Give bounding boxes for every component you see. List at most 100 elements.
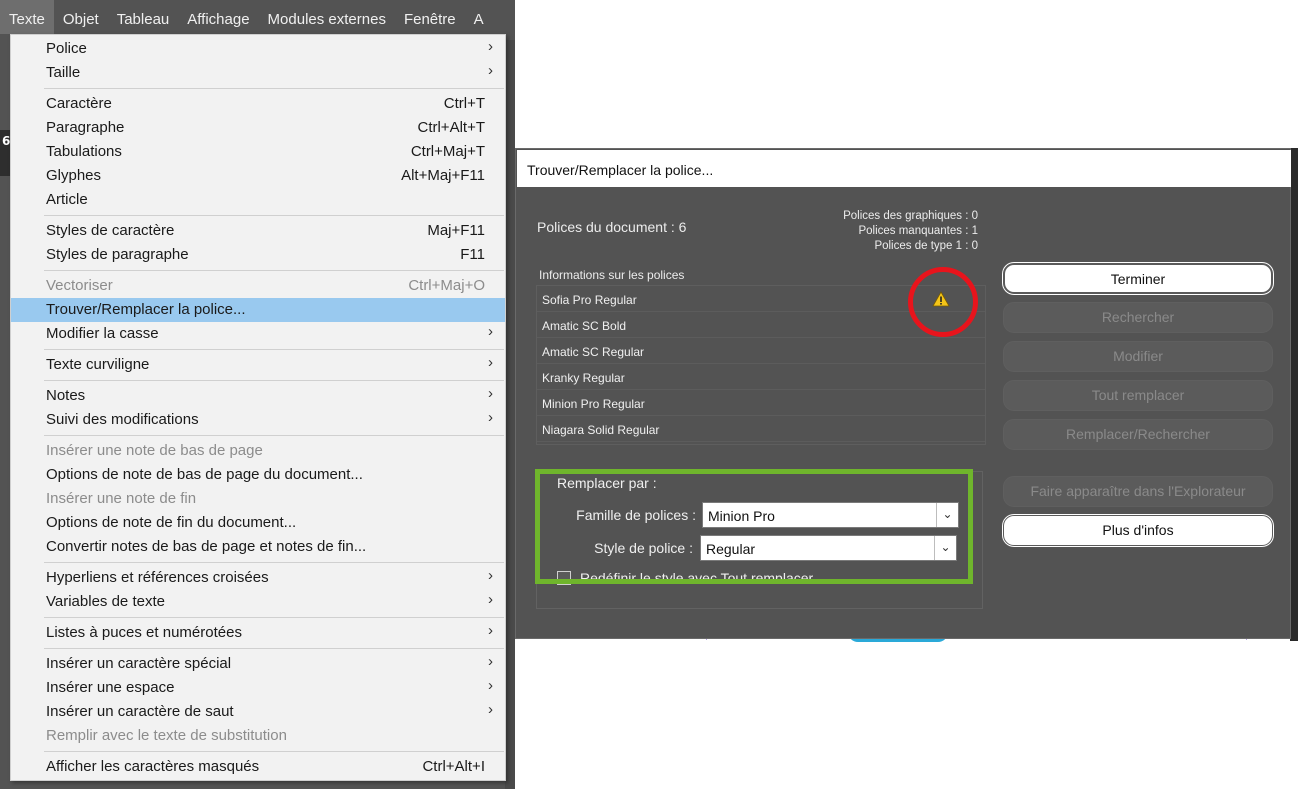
menu-item-caractere-saut[interactable]: Insérer un caractère de saut › xyxy=(11,700,505,724)
menu-item-trouver-remplacer-police[interactable]: Trouver/Remplacer la police... xyxy=(11,298,505,322)
font-name: Sofia Pro Regular xyxy=(542,293,637,307)
menu-item-label: Trouver/Remplacer la police... xyxy=(46,301,246,318)
annotation-circle xyxy=(908,267,978,337)
menu-item-variables-texte[interactable]: Variables de texte › xyxy=(11,590,505,614)
reveal-in-explorer-button[interactable]: Faire apparaître dans l'Explorateur xyxy=(1003,476,1273,507)
font-info-label: Informations sur les polices xyxy=(539,268,685,282)
chevron-right-icon: › xyxy=(488,323,493,340)
menu-item-shortcut: Alt+Maj+F11 xyxy=(401,167,485,184)
menu-separator xyxy=(44,435,504,436)
menu-item-caractere[interactable]: Caractère Ctrl+T xyxy=(11,92,505,116)
canvas-edge-right xyxy=(505,40,515,789)
menu-item-styles-paragraphe[interactable]: Styles de paragraphe F11 xyxy=(11,243,505,267)
font-name: Amatic SC Bold xyxy=(542,319,627,333)
font-name: Minion Pro Regular xyxy=(542,397,645,411)
stat-missing-fonts: Polices manquantes : 1 xyxy=(858,225,978,237)
font-list-item[interactable]: Kranky Regular xyxy=(537,364,985,390)
menu-item-label: Options de note de bas de page du docume… xyxy=(46,466,363,483)
menu-item-suivi-modifications[interactable]: Suivi des modifications › xyxy=(11,408,505,432)
tout-remplacer-button[interactable]: Tout remplacer xyxy=(1003,380,1273,411)
menubar-modules-externes[interactable]: Modules externes xyxy=(259,0,395,34)
annotation-box xyxy=(535,469,973,584)
menu-item-texte-curviligne[interactable]: Texte curviligne › xyxy=(11,353,505,377)
menubar-affichage[interactable]: Affichage xyxy=(178,0,258,34)
menu-item-styles-caractere[interactable]: Styles de caractère Maj+F11 xyxy=(11,219,505,243)
menu-item-hyperliens[interactable]: Hyperliens et références croisées › xyxy=(11,566,505,590)
menu-item-police[interactable]: Police › xyxy=(11,37,505,61)
font-list-item[interactable]: Niagara Solid Regular xyxy=(537,416,985,442)
rechercher-button[interactable]: Rechercher xyxy=(1003,302,1273,333)
menu-item-label: Article xyxy=(46,191,88,208)
menu-item-shortcut: Ctrl+Maj+O xyxy=(408,277,485,294)
chevron-right-icon: › xyxy=(488,653,493,670)
chevron-right-icon: › xyxy=(488,354,493,371)
chevron-right-icon: › xyxy=(488,38,493,55)
menu-separator xyxy=(44,270,504,271)
menu-item-label: Texte curviligne xyxy=(46,356,150,373)
menu-separator xyxy=(44,648,504,649)
menu-item-label: Listes à puces et numérotées xyxy=(46,624,242,641)
font-list-item[interactable]: Amatic SC Regular xyxy=(537,338,985,364)
menu-item-caractere-special[interactable]: Insérer un caractère spécial › xyxy=(11,652,505,676)
terminer-button[interactable]: Terminer xyxy=(1003,263,1273,294)
menu-item-label: Suivi des modifications xyxy=(46,411,199,428)
menu-item-afficher-masques[interactable]: Afficher les caractères masqués Ctrl+Alt+… xyxy=(11,755,505,779)
menubar-fenetre[interactable]: Fenêtre xyxy=(395,0,465,34)
stat-graphics-fonts: Polices des graphiques : 0 xyxy=(843,210,978,222)
dialog-shadow xyxy=(1290,148,1298,641)
plus-infos-button[interactable]: Plus d'infos xyxy=(1003,515,1273,546)
menubar-aide[interactable]: A xyxy=(465,0,493,34)
menu-item-label: Tabulations xyxy=(46,143,122,160)
menu-item-listes[interactable]: Listes à puces et numérotées › xyxy=(11,621,505,645)
menu-item-label: Insérer une note de bas de page xyxy=(46,442,263,459)
menu-item-label: Variables de texte xyxy=(46,593,165,610)
menu-item-label: Notes xyxy=(46,387,86,404)
menu-item-notes[interactable]: Notes › xyxy=(11,384,505,408)
stat-type1-fonts: Polices de type 1 : 0 xyxy=(874,240,978,252)
menu-item-label: Modifier la casse xyxy=(46,325,159,342)
menu-item-label: Hyperliens et références croisées xyxy=(46,569,269,586)
menu-item-taille[interactable]: Taille › xyxy=(11,61,505,85)
menu-item-glyphes[interactable]: Glyphes Alt+Maj+F11 xyxy=(11,164,505,188)
chevron-right-icon: › xyxy=(488,677,493,694)
chevron-right-icon: › xyxy=(488,409,493,426)
document-fonts-count: Polices du document : 6 xyxy=(537,219,687,235)
menu-separator xyxy=(44,562,504,563)
menu-separator xyxy=(44,617,504,618)
menu-item-label: Insérer un caractère de saut xyxy=(46,703,234,720)
modifier-button[interactable]: Modifier xyxy=(1003,341,1273,372)
chevron-right-icon: › xyxy=(488,622,493,639)
menu-item-tabulations[interactable]: Tabulations Ctrl+Maj+T xyxy=(11,140,505,164)
font-stats: Polices des graphiques : 0 Polices manqu… xyxy=(843,209,978,254)
menu-separator xyxy=(44,380,504,381)
menubar-tableau[interactable]: Tableau xyxy=(108,0,179,34)
menu-item-label: Styles de caractère xyxy=(46,222,175,239)
menu-item-convertir-notes[interactable]: Convertir notes de bas de page et notes … xyxy=(11,535,505,559)
menu-item-label: Insérer une espace xyxy=(46,679,175,696)
menu-item-shortcut: Ctrl+Maj+T xyxy=(410,143,485,160)
menu-item-shortcut: Ctrl+Alt+T xyxy=(417,119,485,136)
menu-item-label: Insérer un caractère spécial xyxy=(46,655,232,672)
menu-item-shortcut: Ctrl+Alt+I xyxy=(422,758,485,775)
remplacer-rechercher-button[interactable]: Remplacer/Rechercher xyxy=(1003,419,1273,450)
menu-item-label: Insérer une note de fin xyxy=(46,490,197,507)
font-name: Niagara Solid Regular xyxy=(542,423,660,437)
menu-item-options-note-fin[interactable]: Options de note de fin du document... xyxy=(11,511,505,535)
chevron-right-icon: › xyxy=(488,701,493,718)
menu-item-options-note-bas[interactable]: Options de note de bas de page du docume… xyxy=(11,463,505,487)
menu-item-label: Taille xyxy=(46,64,81,81)
menu-item-remplir-substitution: Remplir avec le texte de substitution xyxy=(11,724,505,748)
menu-item-inserer-espace[interactable]: Insérer une espace › xyxy=(11,676,505,700)
menu-item-shortcut: Maj+F11 xyxy=(427,222,485,239)
menu-item-paragraphe[interactable]: Paragraphe Ctrl+Alt+T xyxy=(11,116,505,140)
menu-separator xyxy=(44,88,504,89)
menu-item-modifier-casse[interactable]: Modifier la casse › xyxy=(11,322,505,346)
menu-item-article[interactable]: Article xyxy=(11,188,505,212)
menu-separator xyxy=(44,751,504,752)
menu-separator xyxy=(44,349,504,350)
menubar-objet[interactable]: Objet xyxy=(54,0,108,34)
menubar-texte[interactable]: Texte xyxy=(0,0,54,34)
font-list-item[interactable]: Minion Pro Regular xyxy=(537,390,985,416)
menu-item-label: Paragraphe xyxy=(46,119,125,136)
menu-item-label: Afficher les caractères masqués xyxy=(46,758,260,775)
